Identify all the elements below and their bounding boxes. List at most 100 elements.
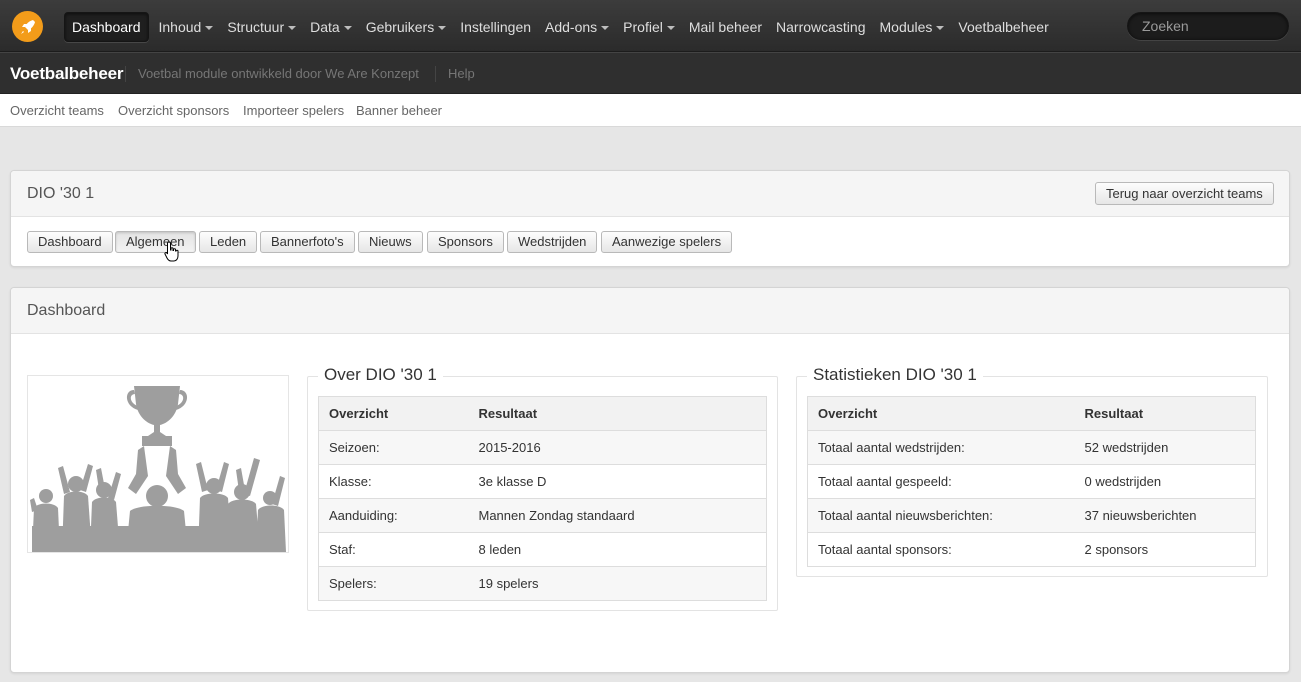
row-label: Spelers: <box>318 566 469 601</box>
link-overzicht-teams[interactable]: Overzicht teams <box>10 103 104 118</box>
tab-dashboard[interactable]: Dashboard <box>27 231 113 253</box>
menu-modules[interactable]: Modules <box>873 12 952 42</box>
search-input[interactable] <box>1127 12 1289 40</box>
row-value: 19 spelers <box>468 566 767 601</box>
menu-label: Modules <box>879 19 933 35</box>
menu-label: Voetbalbeheer <box>958 19 1049 35</box>
tab-bannerfotos[interactable]: Bannerfoto's <box>260 231 355 253</box>
caret-down-icon <box>666 26 675 30</box>
column-header: Resultaat <box>468 396 767 431</box>
menu-label: Dashboard <box>72 19 141 35</box>
menu-instellingen[interactable]: Instellingen <box>453 12 538 42</box>
table-header-row: Overzicht Resultaat <box>807 396 1256 431</box>
table-header-row: Overzicht Resultaat <box>318 396 767 431</box>
table-row: Klasse: 3e klasse D <box>318 464 767 499</box>
menu-mail-beheer[interactable]: Mail beheer <box>682 12 769 42</box>
tab-nieuws[interactable]: Nieuws <box>358 231 423 253</box>
menu-label: Gebruikers <box>365 19 435 35</box>
trophy-crowd-icon <box>30 386 286 552</box>
menu-profiel[interactable]: Profiel <box>616 12 682 42</box>
menu-label: Data <box>310 19 340 35</box>
menu-add-ons[interactable]: Add-ons <box>538 12 616 42</box>
caret-down-icon <box>438 26 447 30</box>
table-row: Totaal aantal wedstrijden: 52 wedstrijde… <box>807 430 1256 465</box>
table-row: Aanduiding: Mannen Zondag standaard <box>318 498 767 533</box>
tab-algemeen[interactable]: Algemeen <box>115 231 196 253</box>
table-row: Spelers: 19 spelers <box>318 566 767 601</box>
tab-leden[interactable]: Leden <box>199 231 258 253</box>
caret-down-icon <box>601 26 610 30</box>
dashboard-panel: Dashboard Over DIO '30 1 Overzicht Resul… <box>10 287 1290 673</box>
menu-data[interactable]: Data <box>303 12 359 42</box>
team-panel-header: DIO '30 1 Terug naar overzicht teams <box>11 171 1289 217</box>
about-fieldset: Over DIO '30 1 Overzicht Resultaat Seizo… <box>307 365 778 611</box>
menu-narrowcasting[interactable]: Narrowcasting <box>769 12 872 42</box>
module-subnav: Overzicht teams Overzicht sponsors Impor… <box>0 94 1301 127</box>
row-label: Seizoen: <box>318 430 469 465</box>
stats-fieldset: Statistieken DIO '30 1 Overzicht Resulta… <box>796 365 1268 577</box>
menu-label: Structuur <box>227 19 285 35</box>
link-overzicht-sponsors[interactable]: Overzicht sponsors <box>118 103 229 118</box>
module-description: Voetbal module ontwikkeld door We Are Ko… <box>125 66 419 82</box>
menu-inhoud[interactable]: Inhoud <box>152 12 221 42</box>
caret-down-icon <box>343 26 352 30</box>
row-value: 52 wedstrijden <box>1074 430 1256 465</box>
top-navbar: Dashboard Inhoud Structuur Data Gebruike… <box>0 0 1301 52</box>
row-value: 0 wedstrijden <box>1074 464 1256 499</box>
link-importeer-spelers[interactable]: Importeer spelers <box>243 103 344 118</box>
row-label: Staf: <box>318 532 469 567</box>
column-header: Resultaat <box>1074 396 1256 431</box>
caret-down-icon <box>288 26 297 30</box>
row-value: 2 sponsors <box>1074 532 1256 567</box>
table-row: Totaal aantal nieuwsberichten: 37 nieuws… <box>807 498 1256 533</box>
menu-label: Inhoud <box>158 19 202 35</box>
row-label: Totaal aantal gespeeld: <box>807 464 1075 499</box>
table-row: Seizoen: 2015-2016 <box>318 430 767 465</box>
row-label: Totaal aantal nieuwsberichten: <box>807 498 1075 533</box>
tab-sponsors[interactable]: Sponsors <box>427 231 504 253</box>
menu-structuur[interactable]: Structuur <box>220 12 303 42</box>
row-label: Totaal aantal sponsors: <box>807 532 1075 567</box>
row-value: 3e klasse D <box>468 464 767 499</box>
dashboard-panel-header: Dashboard <box>11 288 1289 334</box>
menu-label: Instellingen <box>460 19 532 35</box>
module-title[interactable]: Voetbalbeheer <box>10 64 123 84</box>
module-header: Voetbalbeheer Voetbal module ontwikkeld … <box>0 52 1301 94</box>
rocket-logo-icon[interactable] <box>12 11 43 42</box>
back-to-teams-button[interactable]: Terug naar overzicht teams <box>1095 182 1274 205</box>
menu-label: Add-ons <box>545 19 598 35</box>
tab-aanwezige-spelers[interactable]: Aanwezige spelers <box>601 231 733 253</box>
link-banner-beheer[interactable]: Banner beheer <box>356 103 442 118</box>
caret-down-icon <box>205 26 214 30</box>
table-row: Staf: 8 leden <box>318 532 767 567</box>
about-legend: Over DIO '30 1 <box>318 365 443 385</box>
row-value: 8 leden <box>468 532 767 567</box>
table-row: Totaal aantal sponsors: 2 sponsors <box>807 532 1256 567</box>
table-row: Totaal aantal gespeeld: 0 wedstrijden <box>807 464 1256 499</box>
stats-table: Overzicht Resultaat Totaal aantal wedstr… <box>807 396 1256 567</box>
menu-label: Profiel <box>623 19 663 35</box>
main-menu: Dashboard Inhoud Structuur Data Gebruike… <box>64 12 1056 42</box>
row-value: 2015-2016 <box>468 430 767 465</box>
team-panel: DIO '30 1 Terug naar overzicht teams Das… <box>10 170 1290 267</box>
team-title: DIO '30 1 <box>27 185 95 202</box>
tab-wedstrijden[interactable]: Wedstrijden <box>507 231 598 253</box>
dashboard-title: Dashboard <box>27 302 106 319</box>
stats-legend: Statistieken DIO '30 1 <box>807 365 983 385</box>
hand-pointer-icon <box>164 241 180 266</box>
menu-voetbalbeheer[interactable]: Voetbalbeheer <box>951 12 1055 42</box>
row-label: Klasse: <box>318 464 469 499</box>
menu-dashboard[interactable]: Dashboard <box>64 12 149 42</box>
row-value: Mannen Zondag standaard <box>468 498 767 533</box>
row-label: Totaal aantal wedstrijden: <box>807 430 1075 465</box>
menu-label: Narrowcasting <box>776 19 866 35</box>
caret-down-icon <box>936 26 945 30</box>
column-header: Overzicht <box>318 396 469 431</box>
team-photo <box>27 375 289 553</box>
menu-gebruikers[interactable]: Gebruikers <box>359 12 453 42</box>
row-label: Aanduiding: <box>318 498 469 533</box>
help-link[interactable]: Help <box>435 66 475 82</box>
row-value: 37 nieuwsberichten <box>1074 498 1256 533</box>
column-header: Overzicht <box>807 396 1075 431</box>
menu-label: Mail beheer <box>688 19 763 35</box>
